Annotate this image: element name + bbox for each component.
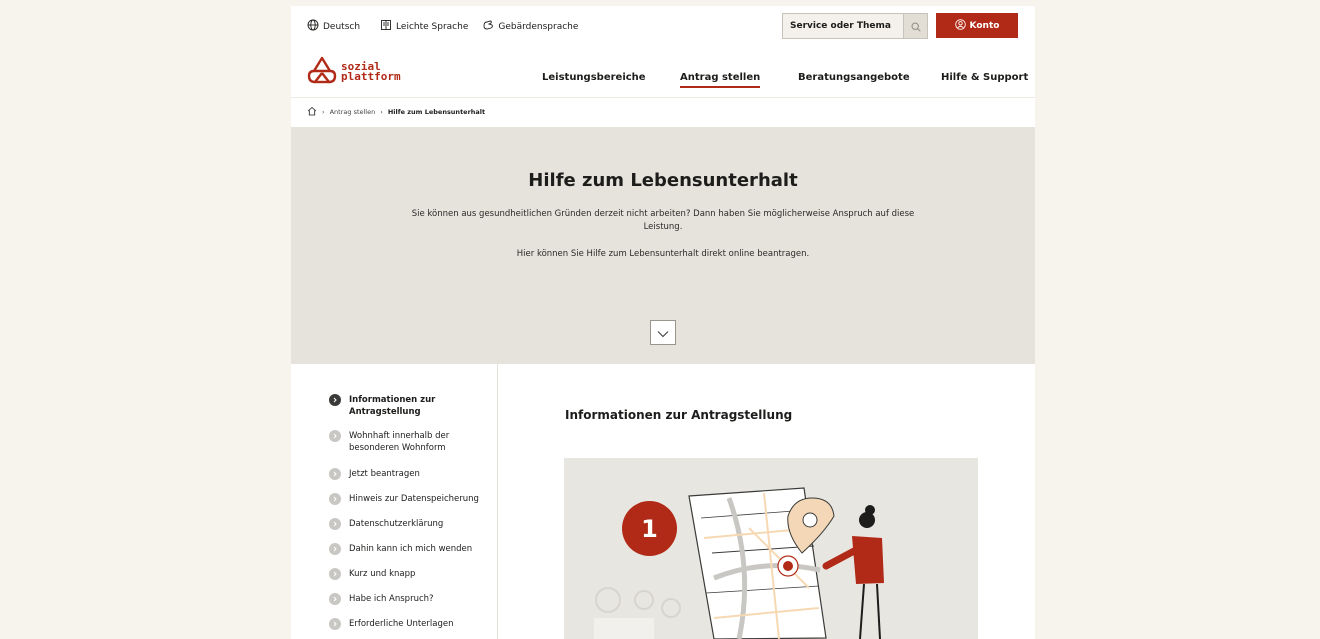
- sidebar-item-informationen[interactable]: Informationen zur Antragstellung: [329, 394, 469, 418]
- sidebar-item-label: Erforderliche Unterlagen: [349, 619, 454, 629]
- sign-language-link[interactable]: Gebärdensprache: [482, 19, 578, 34]
- search-input[interactable]: [783, 14, 903, 38]
- chevron-right-icon: [329, 493, 341, 505]
- language-switcher[interactable]: Deutsch: [307, 19, 360, 34]
- home-icon[interactable]: [307, 106, 317, 118]
- sidebar-item-anspruch[interactable]: Habe ich Anspruch?: [329, 593, 469, 605]
- sidebar-item-label: Kurz und knapp: [349, 569, 416, 579]
- hero-intro: Sie können aus gesundheitlichen Gründen …: [411, 209, 915, 232]
- sidebar-item-label: Datenschutzerklärung: [349, 519, 444, 529]
- nav-hilfe-support[interactable]: Hilfe & Support: [941, 72, 1028, 83]
- sidebar-item-jetzt-beantragen[interactable]: Jetzt beantragen: [329, 468, 469, 480]
- search-icon: [910, 17, 921, 36]
- search-box: [782, 13, 928, 39]
- chevron-right-icon: ›: [380, 108, 383, 116]
- sidebar-item-datenspeicherung[interactable]: Hinweis zur Datenspeicherung: [329, 493, 489, 505]
- main-navigation: sozial plattform Leistungsbereiche Antra…: [291, 48, 1035, 98]
- chevron-right-icon: [329, 518, 341, 530]
- sidebar-item-kurz-knapp[interactable]: Kurz und knapp: [329, 568, 469, 580]
- chevron-right-icon: [329, 593, 341, 605]
- account-button[interactable]: Konto: [936, 13, 1018, 38]
- map-illustration: 1: [564, 458, 978, 639]
- breadcrumb-item[interactable]: Antrag stellen: [330, 108, 376, 116]
- sidebar-item-label: Hinweis zur Datenspeicherung: [349, 494, 479, 504]
- chevron-right-icon: [329, 618, 341, 630]
- chevron-right-icon: ›: [322, 108, 325, 116]
- logo-line-2: plattform: [341, 70, 401, 83]
- hero-section: Hilfe zum Lebensunterhalt Sie können aus…: [291, 127, 1035, 364]
- user-icon: [954, 18, 966, 33]
- hero-online-note: Hier können Sie Hilfe zum Lebensunterhal…: [516, 249, 810, 259]
- chevron-down-icon: [657, 323, 669, 342]
- sidebar-item-dahin[interactable]: Dahin kann ich mich wenden: [329, 543, 489, 555]
- chevron-right-icon: [329, 394, 341, 406]
- sidebar-item-datenschutz[interactable]: Datenschutzerklärung: [329, 518, 469, 530]
- breadcrumb-current: Hilfe zum Lebensunterhalt: [387, 108, 486, 116]
- nav-antrag-stellen[interactable]: Antrag stellen: [680, 72, 761, 88]
- easy-language-link[interactable]: Leichte Sprache: [380, 19, 468, 34]
- sign-language-label: Gebärdensprache: [498, 21, 579, 32]
- chevron-right-icon: [329, 430, 341, 442]
- map-person-illustration: [594, 487, 884, 639]
- chevron-right-icon: [329, 568, 341, 580]
- page-title: Hilfe zum Lebensunterhalt: [528, 170, 798, 191]
- language-label: Deutsch: [323, 21, 361, 32]
- utility-links: Deutsch Leichte Sprache Gebärdensprache: [307, 19, 578, 34]
- nav-leistungsbereiche[interactable]: Leistungsbereiche: [542, 72, 646, 83]
- globe-icon: [307, 19, 319, 34]
- sidebar-item-wohnhaft[interactable]: Wohnhaft innerhalb der besonderen Wohnfo…: [329, 430, 469, 454]
- section-title: Informationen zur Antragstellung: [565, 408, 793, 422]
- logo-mark-icon: [307, 56, 337, 88]
- chevron-right-icon: [329, 468, 341, 480]
- sidebar-item-label: Wohnhaft innerhalb der besonderen Wohnfo…: [349, 431, 450, 453]
- sidebar-item-label: Jetzt beantragen: [349, 469, 420, 479]
- book-icon: [380, 19, 392, 34]
- sidebar-item-label: Dahin kann ich mich wenden: [349, 544, 473, 554]
- chevron-right-icon: [329, 543, 341, 555]
- sidebar-item-unterlagen[interactable]: Erforderliche Unterlagen: [329, 618, 469, 630]
- sidebar-item-label: Habe ich Anspruch?: [349, 594, 434, 604]
- easy-language-label: Leichte Sprache: [396, 21, 469, 32]
- nav-beratungsangebote[interactable]: Beratungsangebote: [798, 72, 910, 83]
- hand-sign-icon: [482, 19, 494, 34]
- breadcrumb: › Antrag stellen › Hilfe zum Lebensunter…: [307, 106, 485, 118]
- section-sidebar: Informationen zur Antragstellung Wohnhaf…: [291, 364, 498, 639]
- logo-text: sozial plattform: [341, 61, 401, 83]
- scroll-down-button[interactable]: [650, 320, 676, 345]
- page: Deutsch Leichte Sprache Gebärdensprache: [291, 6, 1035, 639]
- sidebar-item-label: Informationen zur Antragstellung: [349, 395, 436, 417]
- account-label: Konto: [969, 20, 1000, 31]
- search-button[interactable]: [903, 14, 927, 38]
- utility-bar: Deutsch Leichte Sprache Gebärdensprache: [291, 6, 1035, 46]
- logo[interactable]: sozial plattform: [307, 56, 401, 88]
